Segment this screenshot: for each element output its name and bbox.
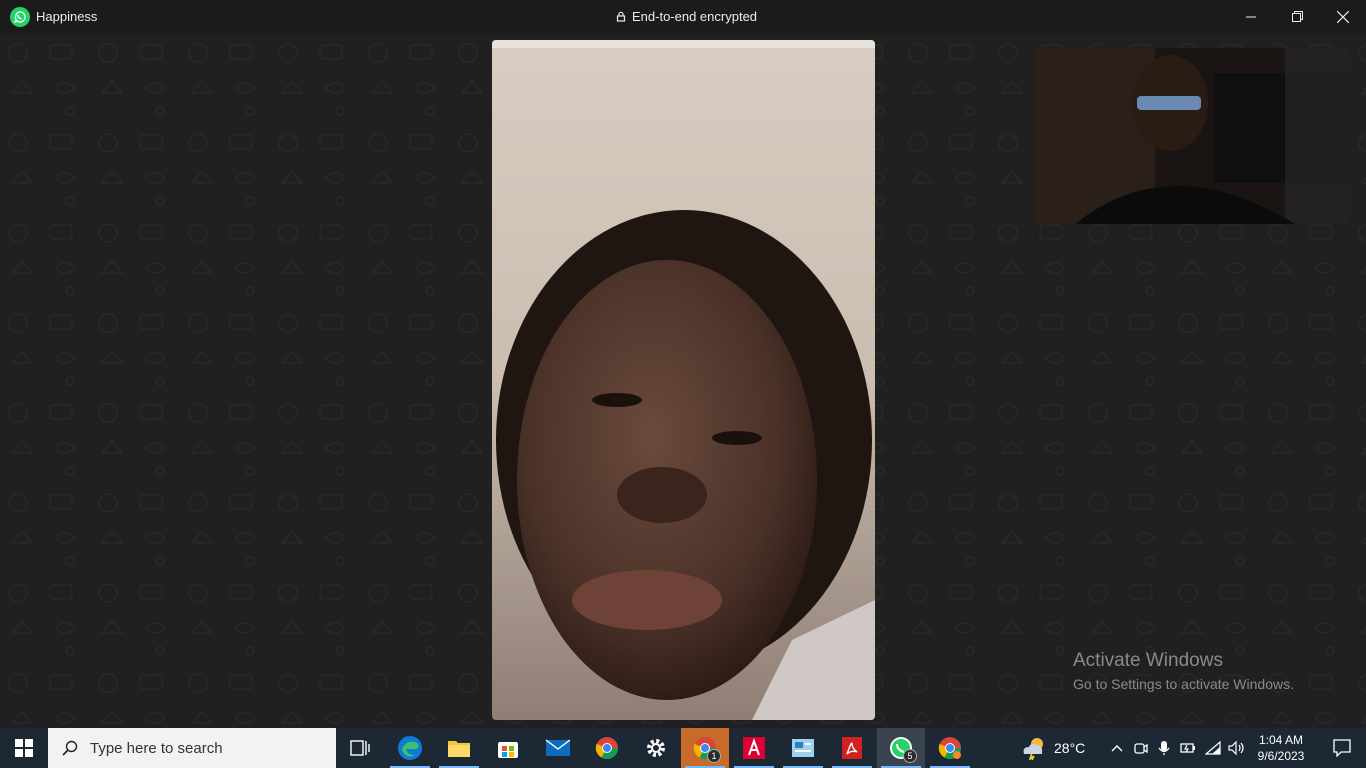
- weather-widget[interactable]: 28°C: [1020, 728, 1085, 768]
- self-video-preview[interactable]: [1035, 48, 1350, 224]
- action-center-button[interactable]: [1318, 728, 1366, 768]
- notification-badge: 5: [903, 749, 917, 763]
- minimize-icon: [1246, 16, 1256, 17]
- task-view-button[interactable]: [336, 728, 384, 768]
- angular-taskbar-button[interactable]: [730, 728, 778, 768]
- clock[interactable]: 1:04 AM 9/6/2023: [1254, 732, 1308, 764]
- adobe-reader-icon: [842, 737, 862, 759]
- notification-badge: 1: [707, 749, 721, 763]
- weather-storm-icon: [1023, 738, 1043, 760]
- edge-icon: [398, 736, 422, 760]
- chrome-icon: [595, 737, 618, 759]
- settings-taskbar-button[interactable]: [632, 728, 680, 768]
- search-placeholder: Type here to search: [90, 739, 223, 757]
- watermark-subtitle: Go to Settings to activate Windows.: [1073, 676, 1294, 692]
- remote-video-feed: [492, 40, 875, 720]
- window-title: Happiness: [36, 9, 98, 24]
- store-taskbar-button[interactable]: [484, 728, 532, 768]
- restore-button[interactable]: [1274, 0, 1320, 33]
- file-explorer-taskbar-button[interactable]: [435, 728, 483, 768]
- chevron-up-icon: [1111, 745, 1123, 752]
- title-bar: Happiness End-to-end encrypted: [0, 0, 1366, 33]
- camera-in-use-icon: [1134, 743, 1148, 754]
- angular-icon: [743, 737, 765, 759]
- search-icon: [62, 740, 78, 756]
- show-hidden-icons-button[interactable]: [1105, 728, 1129, 768]
- file-explorer-icon: [448, 741, 470, 757]
- settings-icon: [647, 739, 665, 757]
- watermark-title: Activate Windows: [1073, 650, 1223, 671]
- chrome-profile-2-taskbar-button[interactable]: [926, 728, 974, 768]
- taskbar-search[interactable]: Type here to search: [48, 728, 336, 768]
- mail-icon: [545, 739, 571, 756]
- whatsapp-taskbar-button[interactable]: 5: [877, 728, 925, 768]
- mail-taskbar-button[interactable]: [534, 728, 582, 768]
- chrome-profile-taskbar-button[interactable]: 1: [681, 728, 729, 768]
- minimize-button[interactable]: [1228, 0, 1274, 33]
- chrome-taskbar-button[interactable]: [583, 728, 631, 768]
- battery-tray-button[interactable]: [1176, 728, 1200, 768]
- camera-tray-button[interactable]: [1129, 728, 1153, 768]
- taskbar: Type here to search 1 5 28°C 1:04 AM 9/6…: [0, 728, 1366, 768]
- wifi-icon: [1205, 741, 1221, 755]
- control-panel-taskbar-button[interactable]: [779, 728, 827, 768]
- chrome-profile-2-icon: [938, 737, 961, 759]
- close-icon: [1337, 10, 1349, 23]
- video-call-area: Activate Windows Go to Settings to activ…: [0, 33, 1366, 728]
- close-button[interactable]: [1320, 0, 1366, 33]
- clock-time: 1:04 AM: [1258, 733, 1304, 747]
- remote-participant-image: [492, 40, 875, 720]
- speaker-icon: [1228, 741, 1244, 755]
- clock-date: 9/6/2023: [1257, 749, 1305, 763]
- microsoft-store-icon: [498, 742, 518, 758]
- windows-logo-icon: [15, 739, 33, 757]
- task-view-icon: [350, 740, 370, 756]
- microphone-icon: [1158, 741, 1170, 755]
- control-panel-icon: [792, 739, 814, 757]
- encryption-status: End-to-end encrypted: [616, 9, 757, 24]
- battery-charging-icon: [1180, 743, 1195, 753]
- start-button[interactable]: [0, 728, 48, 768]
- microphone-tray-button[interactable]: [1152, 728, 1176, 768]
- lock-icon: [616, 11, 626, 22]
- restore-icon: [1291, 11, 1303, 22]
- encryption-label: End-to-end encrypted: [632, 9, 758, 24]
- edge-taskbar-button[interactable]: [386, 728, 434, 768]
- network-tray-button[interactable]: [1201, 728, 1225, 768]
- notification-icon: [1333, 739, 1351, 757]
- weather-temperature: 28°C: [1054, 740, 1086, 756]
- self-participant-image: [1035, 48, 1350, 224]
- adobe-reader-taskbar-button[interactable]: [828, 728, 876, 768]
- volume-tray-button[interactable]: [1225, 728, 1249, 768]
- whatsapp-logo-icon: [10, 7, 30, 27]
- activate-windows-watermark: Activate Windows Go to Settings to activ…: [1073, 650, 1294, 692]
